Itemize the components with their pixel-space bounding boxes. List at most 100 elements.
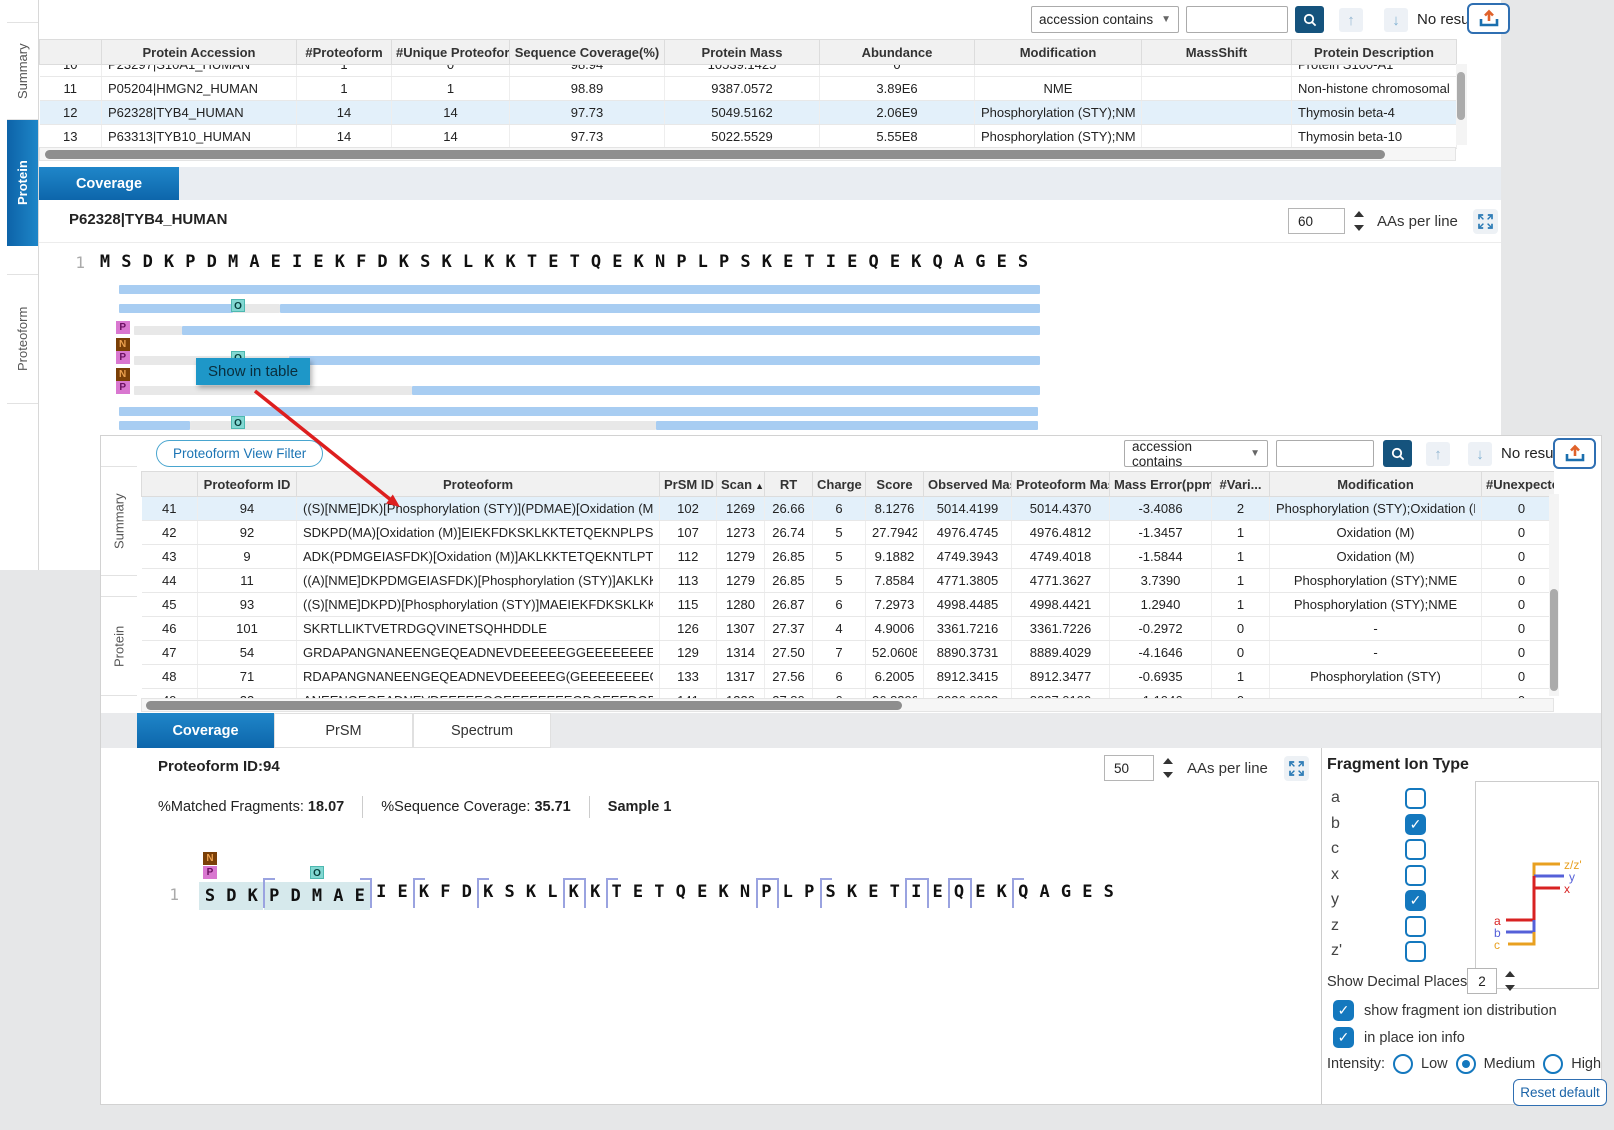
table-cell[interactable]: 26.66 — [765, 497, 813, 521]
table-cell[interactable]: -1.1946 — [1110, 689, 1212, 699]
column-header[interactable]: Observed Mass — [924, 472, 1012, 497]
ptm-marker-P[interactable]: P — [116, 351, 130, 364]
column-header[interactable] — [142, 472, 198, 497]
fragment-ion-marker[interactable] — [574, 878, 586, 908]
table-cell[interactable]: 8037.0190 — [1012, 689, 1110, 699]
fragment-ion-marker[interactable] — [948, 878, 960, 908]
table-cell[interactable]: SDKPD(MA)[Oxidation (M)]EIEKFDKSKLKKTETQ… — [297, 521, 660, 545]
table-cell[interactable]: 27.50 — [765, 641, 813, 665]
option-checkbox[interactable]: ✓ — [1333, 1000, 1354, 1021]
table-cell[interactable]: 4998.4485 — [924, 593, 1012, 617]
table-row[interactable]: 4871RDAPANGNANEENGEQEADNEVDEEEEEG(GEEEEE… — [142, 665, 1555, 689]
table-cell[interactable]: ((S)[NME]DK)[Phosphorylation (STY)](PDMA… — [297, 497, 660, 521]
table-cell[interactable]: 1280 — [717, 593, 765, 617]
table-cell[interactable]: 26.87 — [765, 593, 813, 617]
pf-next-result-button[interactable]: ↓ — [1468, 442, 1492, 466]
reset-default-button[interactable]: Reset default — [1513, 1079, 1607, 1106]
table-cell[interactable]: 3361.7216 — [924, 617, 1012, 641]
table-cell[interactable]: 0 — [1482, 689, 1555, 699]
column-header[interactable]: Protein Description — [1292, 40, 1457, 65]
fragment-ion-marker[interactable] — [767, 878, 779, 908]
table-cell[interactable]: 27.37 — [765, 617, 813, 641]
column-header[interactable]: #Unexpected — [1482, 472, 1555, 497]
ptm-marker-O[interactable]: O — [231, 416, 245, 429]
table-cell[interactable]: 0 — [1482, 497, 1555, 521]
table-cell[interactable]: 5022.5529 — [665, 125, 820, 149]
table-cell[interactable]: 0 — [1482, 569, 1555, 593]
column-header[interactable]: #Proteoform — [297, 40, 392, 65]
column-header[interactable]: Proteoform — [297, 472, 660, 497]
table-cell[interactable]: 8912.3477 — [1012, 665, 1110, 689]
table-cell[interactable]: 26.85 — [765, 545, 813, 569]
fragment-ion-marker[interactable] — [413, 878, 425, 908]
ion-type-checkbox-z'[interactable]: ✓ — [1405, 941, 1426, 962]
table-cell[interactable]: 141 — [660, 689, 717, 699]
aas-per-line-input[interactable]: 60 — [1288, 208, 1345, 234]
table-cell[interactable]: 4976.4812 — [1012, 521, 1110, 545]
table-cell[interactable]: ((A)[NME]DKPDMGEIASFDK)[Phosphorylation … — [297, 569, 660, 593]
coverage-bar[interactable] — [656, 421, 1038, 430]
table-cell[interactable]: Phosphorylation (STY);Oxidation (M);NME — [1270, 497, 1482, 521]
table-cell[interactable]: 7.8584 — [866, 569, 924, 593]
column-header[interactable]: #Unique Proteoform — [392, 40, 510, 65]
table-cell[interactable]: 92 — [198, 521, 297, 545]
column-header[interactable]: RT — [765, 472, 813, 497]
table-cell[interactable]: 27.56 — [765, 665, 813, 689]
column-header[interactable]: Charge — [813, 472, 866, 497]
fragment-ion-marker[interactable] — [606, 878, 618, 908]
table-cell[interactable]: 102 — [660, 497, 717, 521]
table-cell[interactable]: 4.9006 — [866, 617, 924, 641]
table-cell[interactable]: 112 — [660, 545, 717, 569]
table-cell[interactable]: 26.74 — [765, 521, 813, 545]
column-header[interactable] — [40, 40, 102, 65]
table-cell[interactable]: 7 — [813, 641, 866, 665]
table-cell[interactable]: 47 — [142, 641, 198, 665]
table-cell[interactable]: 3.7390 — [1110, 569, 1212, 593]
pf-prev-result-button[interactable]: ↑ — [1426, 442, 1450, 466]
export-button[interactable] — [1467, 3, 1510, 34]
sidebar-tab-proteoform[interactable]: Proteoform — [7, 274, 38, 404]
table-cell[interactable]: 14 — [392, 101, 510, 125]
table-cell[interactable]: 97.73 — [510, 101, 665, 125]
column-header[interactable]: Proteoform ID — [198, 472, 297, 497]
column-header[interactable]: Modification — [975, 40, 1142, 65]
ptm-marker-P[interactable]: P — [203, 866, 217, 879]
table-cell[interactable]: 4771.3627 — [1012, 569, 1110, 593]
search-button[interactable] — [1295, 6, 1324, 33]
table-cell[interactable]: 1.2940 — [1110, 593, 1212, 617]
table-cell[interactable]: 36.8290 — [866, 689, 924, 699]
table-cell[interactable]: 45 — [142, 593, 198, 617]
ptm-marker-P[interactable]: P — [116, 321, 130, 334]
table-cell[interactable]: 46 — [142, 617, 198, 641]
table-cell[interactable]: 10539.1425 — [665, 65, 820, 77]
table-cell[interactable]: 9.1882 — [866, 545, 924, 569]
show-in-table-tooltip[interactable]: Show in table — [196, 358, 310, 385]
ptm-marker-N[interactable]: N — [203, 852, 217, 865]
column-header[interactable]: Abundance — [820, 40, 975, 65]
table-cell[interactable]: 13 — [40, 125, 102, 149]
ion-type-checkbox-z[interactable]: ✓ — [1405, 916, 1426, 937]
table-cell[interactable]: Non-histone chromosomal prot — [1292, 77, 1457, 101]
table-cell[interactable]: 97.73 — [510, 125, 665, 149]
fragment-ion-marker[interactable] — [360, 878, 372, 908]
next-result-button[interactable]: ↓ — [1384, 8, 1408, 32]
fragment-ion-marker[interactable] — [917, 878, 929, 908]
table-row[interactable]: 4754GRDAPANGNANEENGEQEADNEVDEEEEEGGEEEEE… — [142, 641, 1555, 665]
table-cell[interactable]: ANEENGEQEADNEVDEEEEEGGEEEEEEEEGDGEEEDGDE… — [297, 689, 660, 699]
table-cell[interactable]: 52.0608 — [866, 641, 924, 665]
fragment-ion-marker[interactable] — [263, 878, 275, 908]
table-row[interactable]: 4194((S)[NME]DK)[Phosphorylation (STY)](… — [142, 497, 1555, 521]
table-cell[interactable]: 43 — [142, 545, 198, 569]
table-cell[interactable]: 8912.3415 — [924, 665, 1012, 689]
column-header[interactable]: Mass Error(ppm) — [1110, 472, 1212, 497]
table-cell[interactable]: GRDAPANGNANEENGEQEADNEVDEEEEEGGEEEEEEEEG… — [297, 641, 660, 665]
table-cell[interactable] — [1142, 125, 1292, 149]
table-cell[interactable]: 14 — [392, 125, 510, 149]
table-cell[interactable]: 1273 — [717, 521, 765, 545]
table-cell[interactable]: 3.89E6 — [820, 77, 975, 101]
table-cell[interactable]: 49 — [142, 689, 198, 699]
tab-bottom-coverage[interactable]: Coverage — [137, 713, 274, 748]
table-cell[interactable]: 1 — [297, 77, 392, 101]
table-row[interactable]: 4593((S)[NME]DKPD)[Phosphorylation (STY)… — [142, 593, 1555, 617]
table-cell[interactable]: 98.94 — [510, 65, 665, 77]
